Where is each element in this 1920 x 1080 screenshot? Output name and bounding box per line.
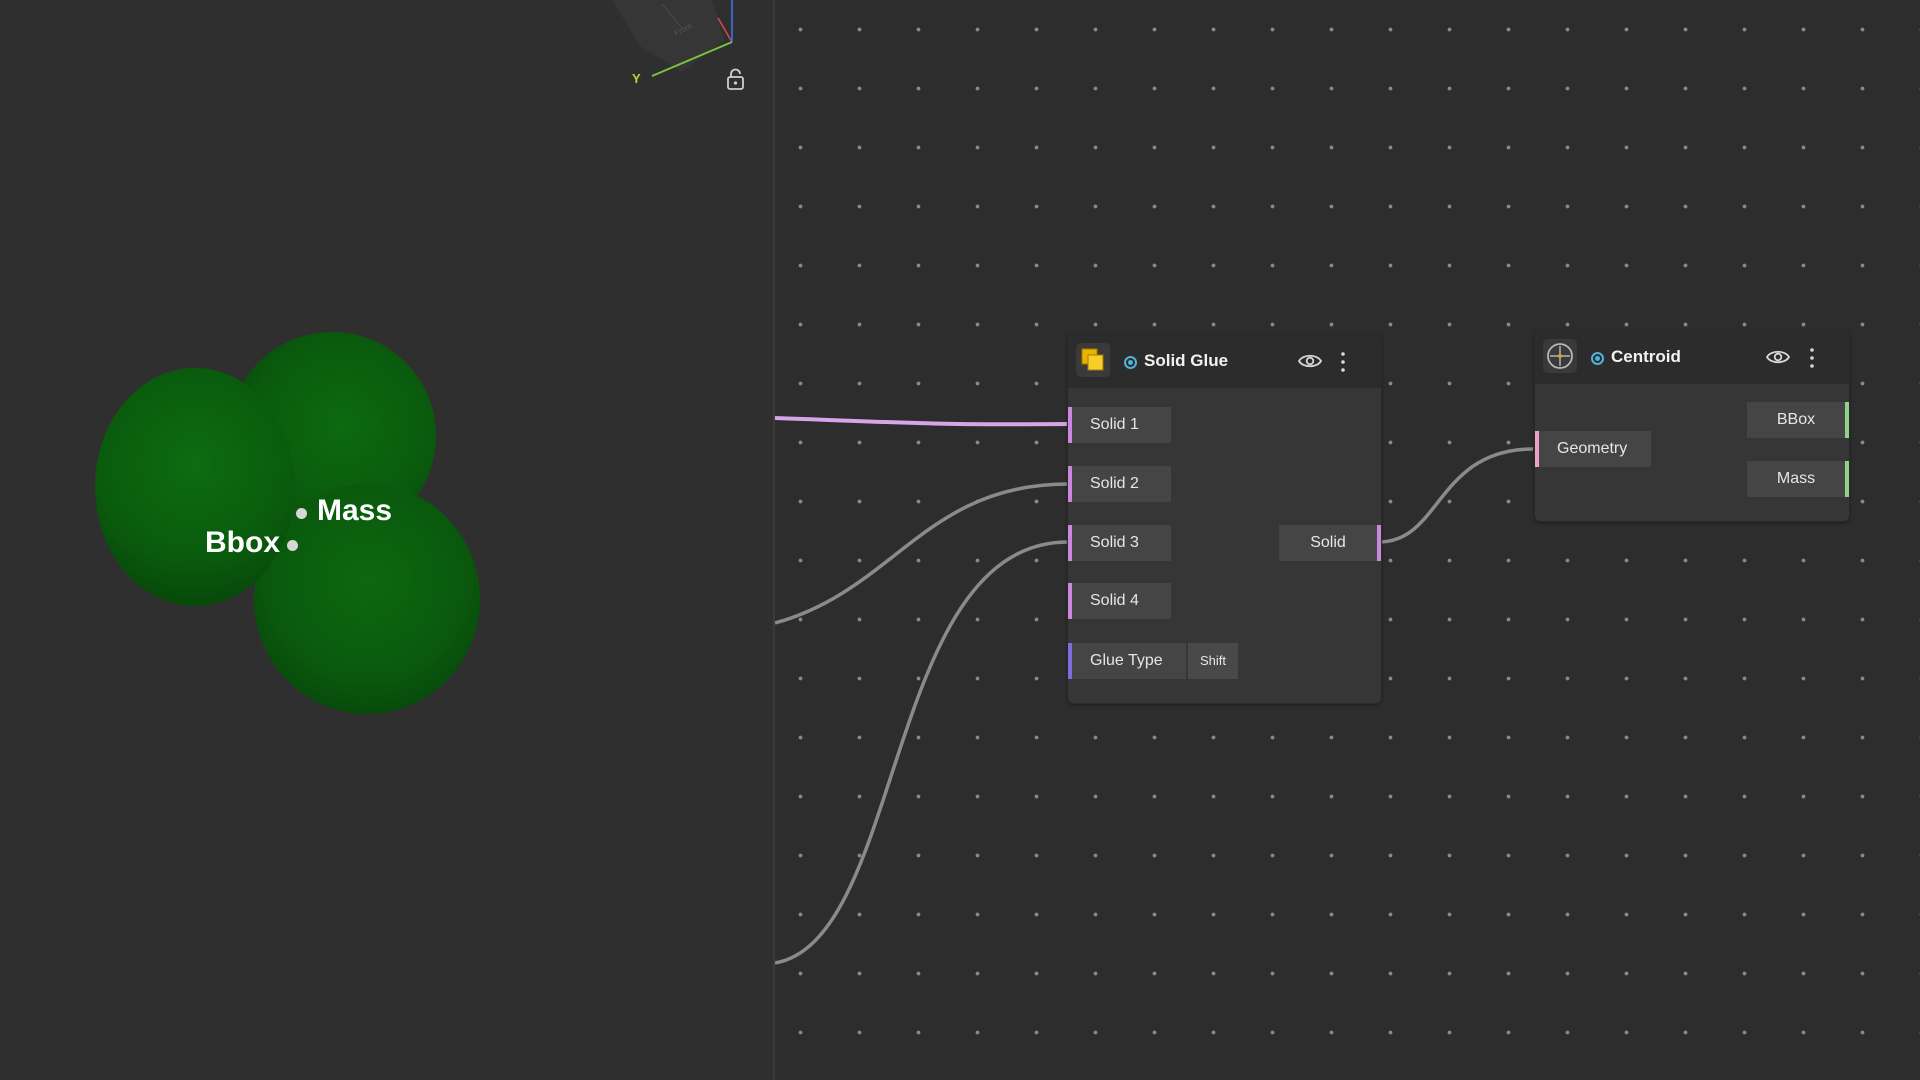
- glue-type-dropdown[interactable]: Shift: [1188, 643, 1238, 679]
- centroid-node[interactable]: Centroid Geometry BBox Mass: [1534, 330, 1850, 522]
- 3d-viewport[interactable]: Front Y Mass Bbox: [0, 0, 773, 1080]
- more-menu-icon[interactable]: [1339, 351, 1347, 373]
- port-label: Geometry: [1557, 440, 1628, 457]
- input-port-glue-type[interactable]: Glue Type: [1068, 643, 1186, 679]
- bbox-centroid-point: [287, 540, 298, 551]
- node-graph-editor[interactable]: Solid Glue Solid 1 Solid 2 Solid 3 Solid…: [775, 0, 1920, 1080]
- port-label: Glue Type: [1090, 652, 1163, 669]
- mass-centroid-point: [296, 508, 307, 519]
- port-label: Solid 4: [1090, 592, 1139, 609]
- status-indicator: [1124, 356, 1137, 369]
- input-port-solid-4[interactable]: Solid 4: [1068, 583, 1171, 619]
- eye-icon[interactable]: [1765, 348, 1791, 366]
- wire-to-solid-1: [775, 416, 1069, 427]
- port-label: Mass: [1776, 470, 1816, 487]
- solid-glue-node[interactable]: Solid Glue Solid 1 Solid 2 Solid 3 Solid…: [1067, 334, 1382, 704]
- solid-glue-icon: [1076, 343, 1110, 377]
- sphere-mesh[interactable]: [95, 368, 295, 606]
- eye-icon[interactable]: [1297, 352, 1323, 370]
- view-cube-gizmo[interactable]: Front Y: [600, 0, 740, 92]
- port-label: Solid 1: [1090, 416, 1139, 433]
- node-title: Solid Glue: [1144, 351, 1229, 370]
- input-port-solid-1[interactable]: Solid 1: [1068, 407, 1171, 443]
- node-title: Centroid: [1611, 347, 1681, 366]
- solid-glue-node-header[interactable]: Solid Glue: [1068, 335, 1381, 388]
- input-port-geometry[interactable]: Geometry: [1535, 431, 1651, 467]
- more-menu-icon[interactable]: [1808, 347, 1816, 369]
- output-port-bbox[interactable]: BBox: [1747, 402, 1849, 438]
- port-label: Solid 3: [1090, 534, 1139, 551]
- output-port-solid[interactable]: Solid: [1279, 525, 1381, 561]
- input-port-solid-2[interactable]: Solid 2: [1068, 466, 1171, 502]
- status-indicator: [1591, 352, 1604, 365]
- port-label: Solid: [1310, 534, 1346, 551]
- crosshair-icon: [1543, 339, 1577, 373]
- output-port-mass[interactable]: Mass: [1747, 461, 1849, 497]
- mass-label: Mass: [317, 494, 393, 527]
- port-label: Solid 2: [1090, 475, 1139, 492]
- bbox-label: Bbox: [205, 526, 280, 559]
- wire-to-solid-2: [775, 482, 1069, 625]
- input-port-solid-3[interactable]: Solid 3: [1068, 525, 1171, 561]
- unlock-icon[interactable]: [726, 68, 745, 90]
- wire-solid-to-geometry: [1378, 447, 1534, 544]
- y-axis-label: Y: [632, 71, 641, 86]
- centroid-node-header[interactable]: Centroid: [1535, 331, 1849, 384]
- port-label: BBox: [1776, 411, 1816, 428]
